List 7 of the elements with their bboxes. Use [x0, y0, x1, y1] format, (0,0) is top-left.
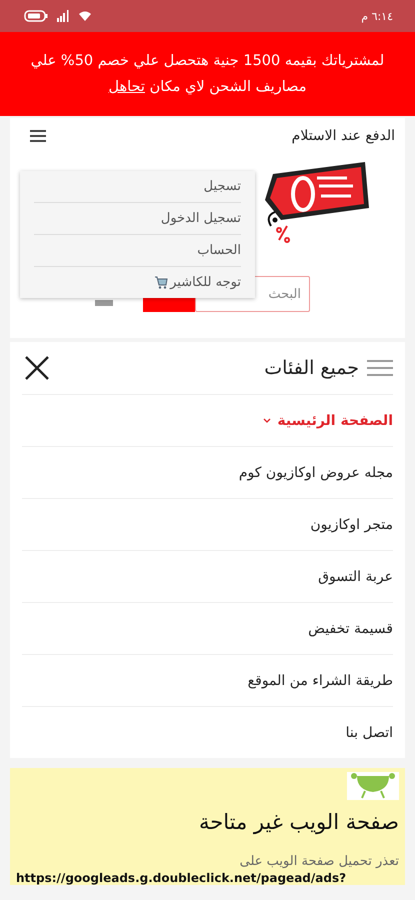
header-title: الدفع عند الاستلام — [292, 128, 395, 144]
error-title: صفحة الويب غير متاحة — [199, 810, 399, 834]
error-message: تعذر تحميل صفحة الويب على — [240, 854, 399, 869]
clock-time: ٦:١٤ م — [361, 10, 393, 22]
promo-text: لمشترياتك بقيمه 1500 جنية هتحصل علي خصم 50% علي مصاريف الشحن لاي مكان تحاهل — [30, 52, 386, 97]
error-url: https://googleads.g.doubleclick.net/pagead/ads? — [16, 871, 346, 885]
categories-title: جميع الفئات — [264, 357, 359, 379]
